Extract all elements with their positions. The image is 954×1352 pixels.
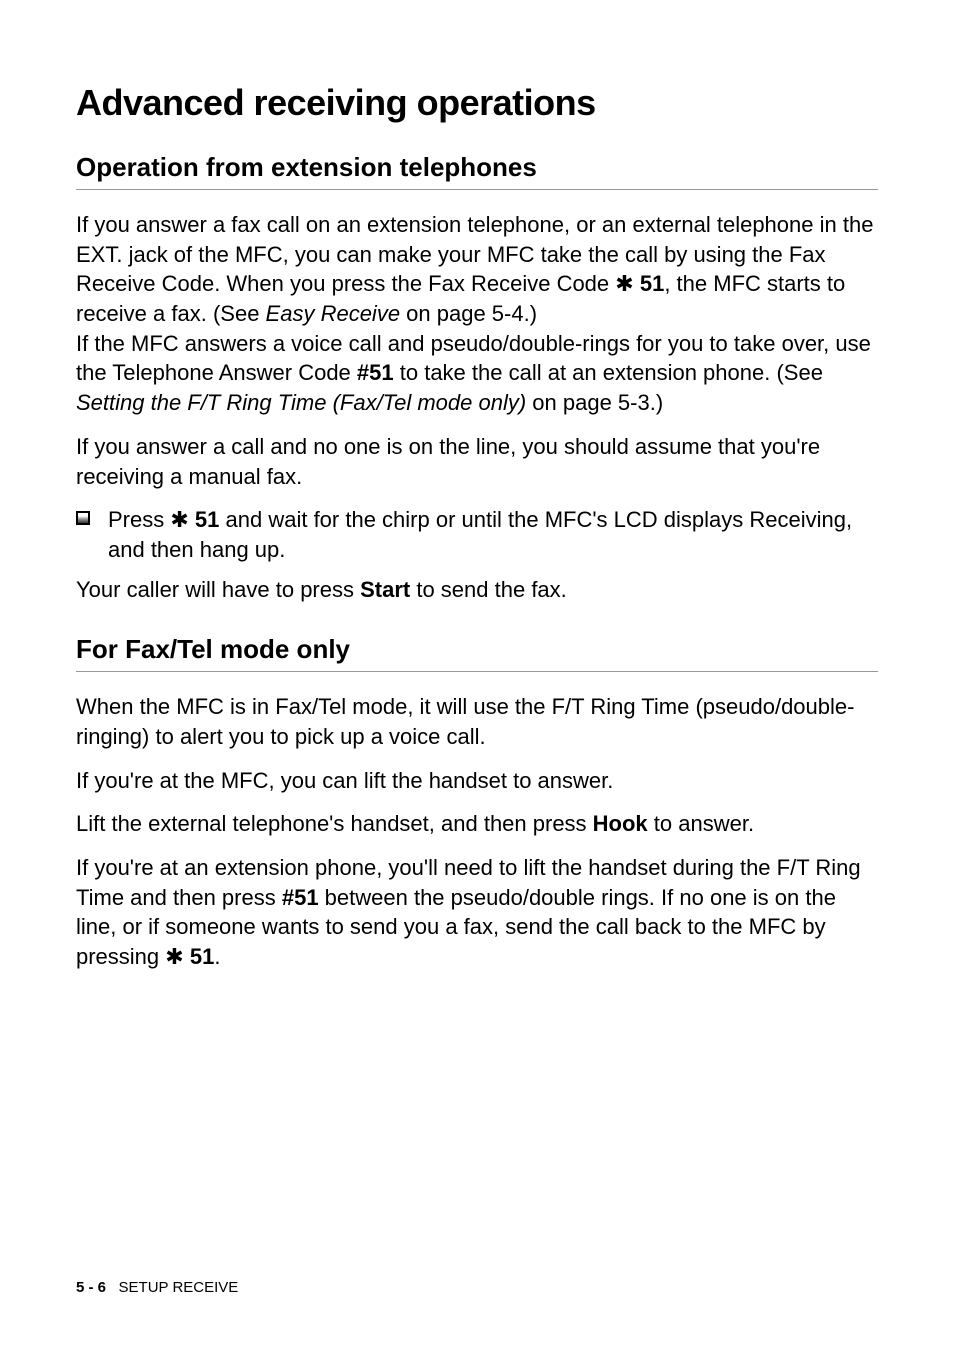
ref2: Setting the F/T Ring Time (Fax/Tel mode …	[76, 390, 526, 415]
para3-text-b: to answer.	[648, 811, 754, 836]
section1-para4: Your caller will have to press Start to …	[76, 575, 878, 605]
page-footer: 5 - 6 SETUP RECEIVE	[76, 1279, 238, 1296]
section1-para3: If you answer a call and no one is on th…	[76, 432, 878, 491]
bullet-text: Press ✱ 51 and wait for the chirp or unt…	[108, 505, 878, 564]
square-bullet-icon	[76, 511, 90, 525]
code2: #51	[357, 360, 394, 385]
para4-code2: 51	[190, 944, 214, 969]
para2-text-c: on page 5-3.)	[526, 390, 663, 415]
star-icon: ✱	[170, 507, 188, 532]
star-icon: ✱	[165, 944, 183, 969]
section2-para4: If you're at an extension phone, you'll …	[76, 853, 878, 972]
para4-code1: #51	[282, 885, 319, 910]
section1-para1: If you answer a fax call on an extension…	[76, 210, 878, 329]
section2-para3: Lift the external telephone's handset, a…	[76, 809, 878, 839]
main-heading: Advanced receiving operations	[76, 82, 878, 124]
para3-text-a: Lift the external telephone's handset, a…	[76, 811, 593, 836]
bullet-code: 51	[195, 507, 219, 532]
section2-para2: If you're at the MFC, you can lift the h…	[76, 766, 878, 796]
star-icon: ✱	[615, 271, 633, 296]
ref1: Easy Receive	[266, 301, 401, 326]
para4-text-b: to send the fax.	[410, 577, 567, 602]
bullet-text-a: Press	[108, 507, 170, 532]
section2-para1: When the MFC is in Fax/Tel mode, it will…	[76, 692, 878, 751]
para2-text-b: to take the call at an extension phone. …	[394, 360, 823, 385]
code1: 51	[640, 271, 664, 296]
para4-text-a: Your caller will have to press	[76, 577, 360, 602]
section-heading-operation: Operation from extension telephones	[76, 152, 878, 190]
section-heading-faxtel: For Fax/Tel mode only	[76, 634, 878, 672]
section1-para2: If the MFC answers a voice call and pseu…	[76, 329, 878, 418]
bullet-item: Press ✱ 51 and wait for the chirp or unt…	[76, 505, 878, 564]
bullet-text-b: and wait for the chirp or until the MFC'…	[108, 507, 852, 562]
para4-bold: Start	[360, 577, 410, 602]
para4-text-c: .	[214, 944, 220, 969]
para3-bold: Hook	[593, 811, 648, 836]
footer-page-number: 5 - 6	[76, 1279, 106, 1296]
footer-label: SETUP RECEIVE	[119, 1279, 239, 1296]
para1-text-c: on page 5-4.)	[400, 301, 537, 326]
